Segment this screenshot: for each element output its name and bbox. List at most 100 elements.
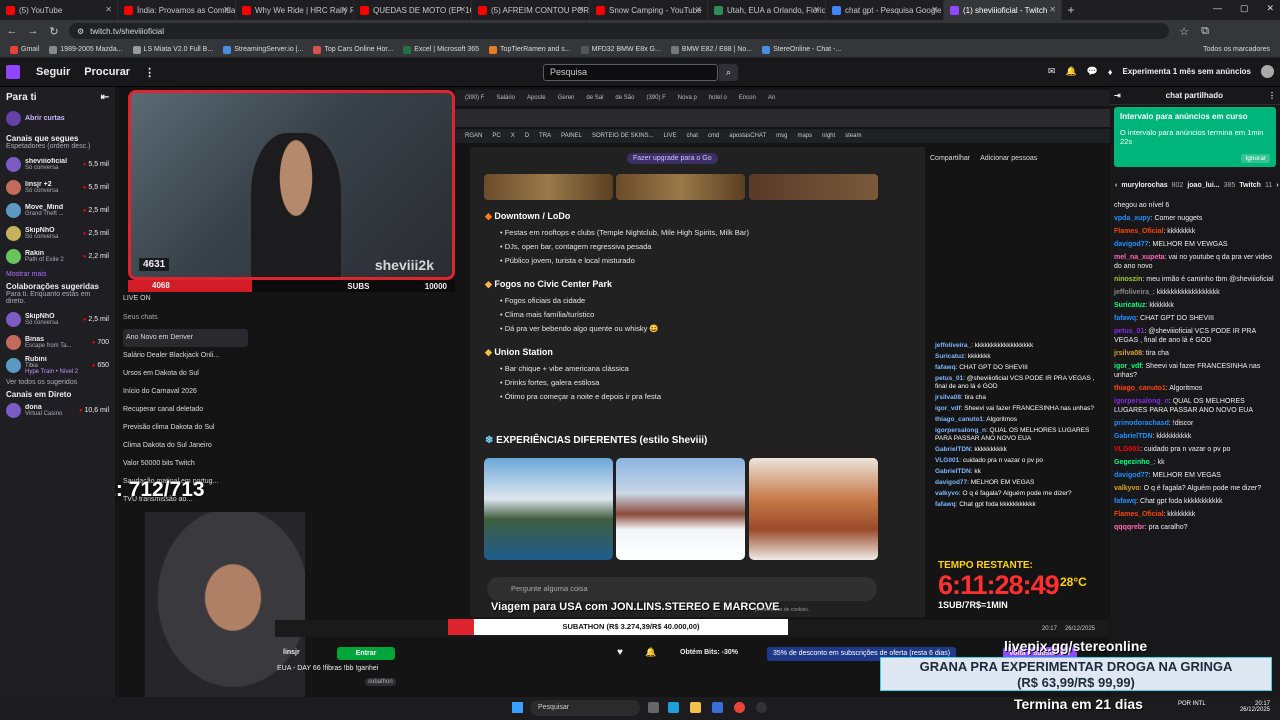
close-icon[interactable]: ✕: [459, 5, 466, 14]
obs-icon[interactable]: [756, 702, 767, 713]
chat-username[interactable]: jeffoliveira_: [1114, 289, 1153, 296]
streamer-name[interactable]: linsjr: [283, 649, 300, 656]
close-icon[interactable]: ✕: [1049, 5, 1056, 14]
nav-follow[interactable]: Seguir: [36, 66, 70, 78]
whispers-icon[interactable]: 💬: [1087, 66, 1098, 77]
channel-row[interactable]: sheviiioficialSó conversa 5,5 mil: [6, 153, 109, 176]
collapse-icon[interactable]: ⇤: [101, 92, 109, 103]
inbox-icon[interactable]: ✉: [1048, 66, 1056, 77]
close-icon[interactable]: ✕: [813, 5, 820, 14]
bookmark-star-icon[interactable]: ☆: [1178, 25, 1190, 38]
browser-tab[interactable]: (1) sheviiioficial - Twitch ✕: [944, 0, 1062, 20]
new-tab-button[interactable]: +: [1062, 3, 1080, 17]
chat-username[interactable]: fafawq: [1114, 315, 1136, 322]
bookmark-item[interactable]: StreamingServer.io |...: [223, 45, 303, 54]
browser-tab[interactable]: (5) AFREIM CONTOU PORQUE✕: [472, 0, 590, 20]
maximize-icon[interactable]: ▢: [1240, 3, 1249, 14]
close-icon[interactable]: ✕: [105, 5, 112, 14]
taskbar-clock[interactable]: 20:17 26/12/2025: [1240, 701, 1270, 713]
channel-row[interactable]: RubiniTibiaHype Train • Nível 2 650: [6, 354, 109, 377]
forward-icon[interactable]: →: [27, 25, 39, 37]
bookmark-item[interactable]: LS Miata V2.0 Full B...: [132, 45, 213, 54]
chat-username[interactable]: thiago_canuto1: [1114, 385, 1166, 392]
bell-icon[interactable]: 🔔: [645, 647, 656, 658]
back-icon[interactable]: ←: [6, 25, 18, 37]
chat-username[interactable]: Flames_Oficial: [1114, 511, 1163, 518]
chat-username[interactable]: Suricatuz: [1114, 302, 1146, 309]
chat-username[interactable]: davigod77: [1114, 241, 1149, 248]
chat-username[interactable]: primodorachasd: [1114, 420, 1169, 427]
edge-icon[interactable]: [668, 702, 679, 713]
channel-row[interactable]: SkipNhOSó conversa 2,5 mil: [6, 308, 109, 331]
twitch-logo-icon[interactable]: [6, 65, 20, 79]
store-icon[interactable]: [712, 702, 723, 713]
avatar[interactable]: [1261, 65, 1274, 78]
stream-tag[interactable]: subathon: [365, 678, 396, 686]
explorer-icon[interactable]: [690, 702, 701, 713]
bookmark-item[interactable]: BMW E82 / E88 | No...: [670, 45, 752, 54]
twitch-search-input[interactable]: Pesquisa: [543, 64, 718, 81]
channel-row[interactable]: linsjr +2Só conversa 5,5 mil: [6, 176, 109, 199]
chat-username[interactable]: fafawq: [1114, 498, 1136, 505]
see-all-suggested[interactable]: Ver todos os sugeridos: [6, 379, 109, 386]
language-indicator[interactable]: POR INTL: [1178, 701, 1206, 707]
chat-more-icon[interactable]: ⋮: [1268, 91, 1276, 100]
next-icon[interactable]: ›: [1276, 182, 1278, 189]
chat-username[interactable]: Flames_Oficial: [1114, 228, 1163, 235]
notifications-icon[interactable]: 🔔: [1065, 66, 1076, 77]
bookmark-item[interactable]: Top Cars Online Hor...: [313, 45, 393, 54]
bits-offer-button[interactable]: Obtém Bits: -30%: [680, 649, 738, 656]
chat-username[interactable]: mel_na_xupeta: [1114, 254, 1165, 261]
chat-username[interactable]: Gegezinho_: [1114, 459, 1154, 466]
channel-row[interactable]: RakinPath of Exile 2 2,2 mil: [6, 245, 109, 268]
video-player[interactable]: (390) F Salário Aposte Geren de Sal de São (39…: [115, 87, 1110, 702]
channel-row[interactable]: BinasEscape from Ta... 700: [6, 331, 109, 354]
chat-username[interactable]: valkyvo: [1114, 485, 1140, 492]
nav-browse[interactable]: Procurar: [84, 66, 130, 78]
site-info-icon[interactable]: ⚙: [77, 27, 84, 36]
bookmark-item[interactable]: StereOnline - Chat -...: [762, 45, 841, 54]
close-icon[interactable]: ✕: [695, 5, 702, 14]
chat-username[interactable]: VLG001: [1114, 446, 1140, 453]
reload-icon[interactable]: ↻: [48, 25, 60, 38]
extensions-icon[interactable]: ⧉: [1199, 25, 1211, 38]
taskview-icon[interactable]: [648, 702, 659, 713]
chat-username[interactable]: davigod77: [1114, 472, 1149, 479]
show-more-link[interactable]: Mostrar mais: [6, 271, 109, 278]
nav-more-icon[interactable]: ⋮: [144, 66, 155, 79]
browser-tab[interactable]: QUEDAS DE MOTO (EP. 163) -✕: [354, 0, 472, 20]
bookmark-item[interactable]: TopTierRamen and s...: [489, 45, 571, 54]
turbo-promo-button[interactable]: Experimenta 1 mês sem anúncios: [1123, 67, 1252, 76]
crown-icon[interactable]: ♦: [1108, 67, 1113, 77]
bookmark-item[interactable]: Excel | Microsoft 365: [403, 45, 479, 54]
address-bar[interactable]: ⚙ twitch.tv/sheviiioficial: [69, 23, 1169, 39]
close-icon[interactable]: ✕: [223, 5, 230, 14]
browser-tab[interactable]: chat gpt - Pesquisa Google ✕: [826, 0, 944, 20]
bookmark-item[interactable]: 1989-2005 Mazda...: [49, 45, 123, 54]
chat-username[interactable]: igor_vdf: [1114, 363, 1142, 370]
bookmark-item[interactable]: MFD32 BMW E8x G...: [580, 45, 661, 54]
chat-username[interactable]: jrsilva08: [1114, 350, 1142, 357]
bookmark-item[interactable]: Gmail: [10, 45, 39, 54]
browser-tab[interactable]: (5) YouTube ✕: [0, 0, 118, 20]
join-button[interactable]: Entrar: [337, 647, 395, 660]
close-icon[interactable]: ✕: [341, 5, 348, 14]
channel-row[interactable]: SkipNhOSó conversa 2,5 mil: [6, 222, 109, 245]
browser-tab[interactable]: Índia: Provamos as Comidas de✕: [118, 0, 236, 20]
browser-tab[interactable]: Why We Ride | HRC Rally Raid✕: [236, 0, 354, 20]
chat-username[interactable]: qqqqrebr: [1114, 524, 1145, 531]
followed-sort[interactable]: Espetadores (ordem desc.): [6, 143, 109, 150]
prev-icon[interactable]: ‹: [1115, 182, 1117, 189]
chat-username[interactable]: igorpersalong_n: [1114, 398, 1169, 405]
all-bookmarks[interactable]: Todos os marcadores: [1203, 46, 1270, 53]
minimize-icon[interactable]: —: [1213, 3, 1222, 14]
collapse-chat-icon[interactable]: ⇥: [1114, 91, 1121, 100]
taskbar-search[interactable]: Pesquisar: [530, 700, 640, 716]
chat-username[interactable]: ninoszin: [1114, 276, 1142, 283]
chat-username[interactable]: vpda_xupy: [1114, 215, 1151, 222]
close-icon[interactable]: ✕: [931, 5, 938, 14]
channel-row[interactable]: donaVirtual Casino 10,6 mil: [6, 399, 109, 422]
open-curtas-button[interactable]: Abrir curtas: [6, 107, 109, 130]
browser-tab[interactable]: Snow Camping - YouTube ✕: [590, 0, 708, 20]
chat-username[interactable]: petus_01: [1114, 328, 1144, 335]
